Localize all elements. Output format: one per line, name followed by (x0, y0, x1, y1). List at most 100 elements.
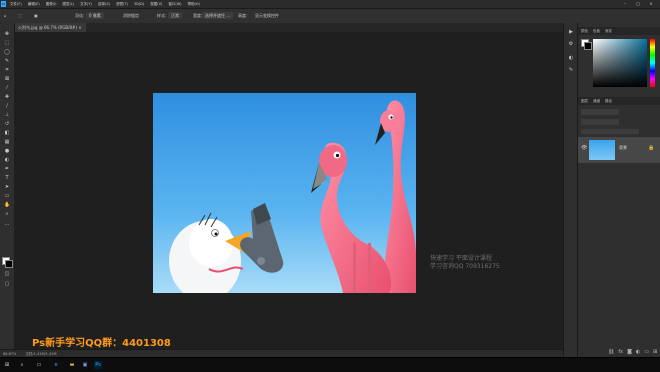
edit-toolbar-icon[interactable]: … (4, 221, 10, 227)
color-panel-tabs: 颜色 色板 渐变 (578, 27, 660, 35)
home-icon[interactable]: ⌂ (4, 12, 7, 19)
marquee-tool-preset-icon[interactable]: ⬚ (18, 12, 22, 19)
type-tool-icon[interactable]: T (4, 175, 10, 181)
document-info: 文档:1.41M/1.41M (25, 352, 57, 356)
tab-gradients[interactable]: 渐变 (605, 27, 612, 35)
blend-mode-select[interactable] (581, 119, 619, 125)
eyedropper-tool-icon[interactable]: ⁄ (4, 85, 10, 91)
color-panel-background-swatch[interactable] (584, 42, 592, 50)
color-picker-field[interactable] (593, 39, 647, 87)
menu-item-6[interactable]: 滤镜(T) (116, 0, 128, 8)
tab-paths[interactable]: 路径 (605, 97, 612, 105)
history-panel-icon[interactable]: ▶ (568, 29, 574, 35)
eraser-tool-icon[interactable]: ◧ (4, 130, 10, 136)
close-button[interactable]: × (646, 0, 656, 8)
hand-tool-icon[interactable]: ✋ (4, 202, 10, 208)
layer-filter-select[interactable] (581, 109, 619, 115)
move-tool-icon[interactable]: ✥ (4, 31, 10, 37)
blur-tool-icon[interactable]: ● (4, 148, 10, 154)
brush-settings-icon[interactable]: ✎ (568, 67, 574, 73)
frame-tool-icon[interactable]: ⊠ (4, 76, 10, 82)
search-icon[interactable]: ⌕ (18, 361, 26, 369)
store-icon[interactable]: ▣ (81, 361, 89, 369)
photoshop-taskbar-icon[interactable]: Ps (94, 361, 102, 369)
screen-mode-icon[interactable]: ▢ (4, 281, 10, 287)
layers-panel-tabs: 图层 通道 路径 (578, 97, 660, 105)
menu-item-9[interactable]: 窗口(W) (168, 0, 181, 8)
document-tab-title: 火烈鸟.jpg @ 66.7% (RGB/8#) (18, 25, 77, 30)
width-label: 宽度: (193, 13, 203, 18)
layers-bottom-actions: ⛓ fx ◙ ◐ ▭ ⊞ 🗑 (608, 349, 660, 355)
properties-panel-icon[interactable]: ⚙ (568, 41, 574, 47)
menu-item-7[interactable]: 3D(D) (134, 0, 144, 8)
shape-tool-icon[interactable]: ▭ (4, 193, 10, 199)
hue-slider[interactable] (650, 39, 655, 87)
watermark-line-2: 学习咨询QQ 709316275 (430, 263, 500, 270)
menu-item-8[interactable]: 视图(V) (150, 0, 162, 8)
menu-item-0[interactable]: 文件(F) (10, 0, 22, 8)
menu-item-4[interactable]: 文字(Y) (80, 0, 92, 8)
zoom-tool-icon[interactable]: ⌕ (4, 211, 10, 217)
crop-tool-icon[interactable]: ⌗ (4, 67, 10, 73)
menu-item-1[interactable]: 编辑(E) (28, 0, 40, 8)
brush-tool-icon[interactable]: ∕ (4, 103, 10, 109)
clone-stamp-tool-icon[interactable]: ⊥ (4, 112, 10, 118)
menu-item-5[interactable]: 选择(S) (98, 0, 110, 8)
quick-select-tool-icon[interactable]: ✎ (4, 58, 10, 64)
lock-icon: 🔒 (648, 145, 655, 151)
flamingo-image (153, 93, 416, 293)
path-selection-tool-icon[interactable]: ➤ (4, 184, 10, 190)
menu-item-10[interactable]: 帮助(H) (188, 0, 200, 8)
add-mask-icon[interactable]: ◙ (627, 349, 632, 355)
show-transform-checkbox[interactable]: 显示变换控件 (255, 12, 279, 19)
document-tab[interactable]: 火烈鸟.jpg @ 66.7% (RGB/8#) × (14, 23, 86, 32)
dodge-tool-icon[interactable]: ◐ (4, 157, 10, 163)
lasso-tool-icon[interactable]: ◯ (4, 49, 10, 55)
maximize-button[interactable]: ▢ (633, 0, 643, 8)
new-layer-icon[interactable]: ⊞ (653, 349, 657, 355)
tab-color[interactable]: 颜色 (581, 27, 588, 35)
windows-taskbar: ⊞ ⌕ ▭ e ▬ ▣ Ps (0, 357, 660, 372)
document-tab-bar: 火烈鸟.jpg @ 66.7% (RGB/8#) × (14, 23, 563, 32)
task-view-icon[interactable]: ▭ (35, 361, 43, 369)
pen-tool-icon[interactable]: ✒ (4, 166, 10, 172)
menu-bar: Ps 文件(F) 编辑(E) 图像(I) 图层(L) 文字(Y) 选择(S) 滤镜(T) 3D… (0, 0, 660, 9)
antialias-checkbox[interactable]: 消除锯齿 (123, 12, 139, 19)
adjustment-layer-icon[interactable]: ◐ (636, 349, 640, 355)
style-select[interactable]: 正常 (168, 12, 182, 19)
style-label: 样式: (157, 13, 167, 18)
right-panels: 颜色 色板 渐变 图层 通道 路径 👁 背景 🔒 ⛓ fx ◙ ◐ ▭ ⊞ 🗑 (577, 23, 660, 357)
minimize-button[interactable]: – (620, 0, 630, 8)
windows-start-icon[interactable]: ⊞ (3, 361, 11, 369)
menu-item-3[interactable]: 图层(L) (62, 0, 74, 8)
healing-brush-tool-icon[interactable]: ✚ (4, 94, 10, 100)
select-and-mask-button[interactable]: 选择并遮住 ... (202, 12, 234, 19)
gradient-tool-icon[interactable]: ▦ (4, 139, 10, 145)
adjustments-panel-icon[interactable]: ◐ (568, 55, 574, 61)
new-group-icon[interactable]: ▭ (644, 349, 649, 355)
selection-mode-icons[interactable]: ▣ (34, 12, 38, 19)
close-tab-icon[interactable]: × (78, 25, 81, 30)
edge-icon[interactable]: e (52, 361, 60, 369)
feather-label: 羽化: (75, 13, 85, 18)
menu-item-2[interactable]: 图像(I) (46, 0, 57, 8)
menu-items: 文件(F) 编辑(E) 图像(I) 图层(L) 文字(Y) 选择(S) 滤镜(T) 3D(D)… (10, 0, 200, 8)
background-color-swatch[interactable] (5, 260, 13, 268)
quick-mask-icon[interactable]: ◫ (4, 271, 10, 277)
file-explorer-icon[interactable]: ▬ (68, 361, 76, 369)
lock-options[interactable] (581, 129, 639, 134)
fx-icon[interactable]: fx (618, 349, 623, 355)
promo-overlay-text: Ps新手学习QQ群：4401308 (32, 338, 171, 349)
document-canvas[interactable] (153, 93, 416, 293)
feather-input[interactable]: 0 像素 (86, 12, 104, 19)
tab-layers[interactable]: 图层 (581, 97, 588, 105)
marquee-tool-icon[interactable]: ⬚ (4, 40, 10, 46)
watermark: 快速学习 平面设计课程 学习咨询QQ 709316275 (430, 255, 550, 271)
tab-swatches[interactable]: 色板 (593, 27, 600, 35)
zoom-level[interactable]: 66.67% (3, 352, 16, 356)
visibility-eye-icon[interactable]: 👁 (581, 145, 587, 151)
tab-channels[interactable]: 通道 (593, 97, 600, 105)
history-brush-tool-icon[interactable]: ↺ (4, 121, 10, 127)
layer-row-background[interactable]: 👁 背景 🔒 (578, 137, 660, 163)
link-layers-icon[interactable]: ⛓ (608, 349, 614, 355)
